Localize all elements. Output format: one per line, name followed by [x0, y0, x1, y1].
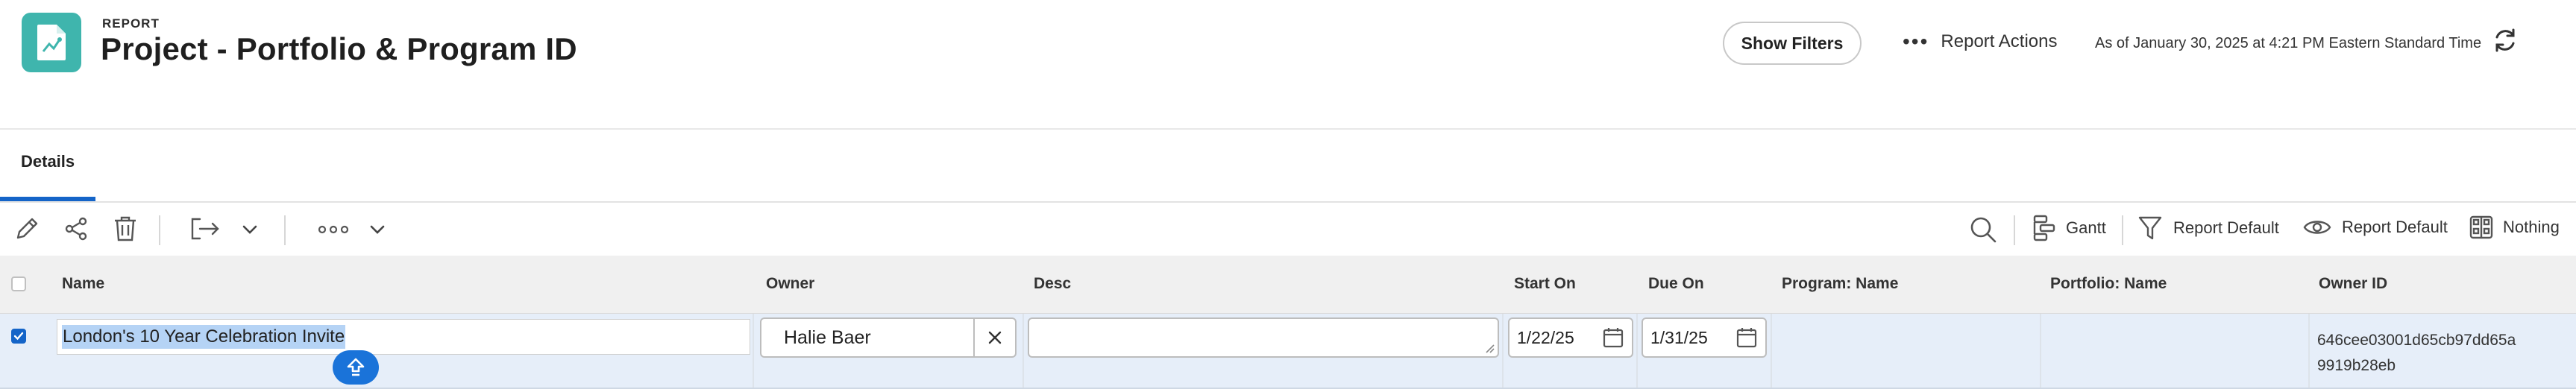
column-header-portfolio-name[interactable]: Portfolio: Name — [2050, 275, 2167, 293]
upload-arrow-icon — [347, 358, 365, 376]
show-filters-button[interactable]: Show Filters — [1723, 22, 1862, 65]
more-options-icon[interactable] — [315, 220, 351, 239]
clear-owner-button[interactable] — [975, 317, 1017, 358]
toolbar-separator — [159, 215, 160, 245]
refresh-icon[interactable] — [2490, 25, 2520, 55]
chevron-down-icon[interactable] — [240, 220, 260, 239]
column-divider — [1022, 314, 1024, 388]
due-on-value: 1/31/25 — [1650, 327, 1708, 347]
start-on-field[interactable]: 1/22/25 — [1508, 317, 1633, 358]
owner-id-line: 646cee03001d65cb97dd65a — [2317, 332, 2516, 349]
column-header-desc[interactable]: Desc — [1034, 275, 1071, 293]
toolbar-separator — [284, 215, 286, 245]
column-divider — [1502, 314, 1504, 388]
filter-button[interactable]: Nothing — [2469, 215, 2560, 240]
gantt-label: Gantt — [2066, 218, 2106, 237]
grouping-button[interactable]: Report Default — [2137, 215, 2279, 241]
delete-icon[interactable] — [110, 214, 140, 244]
name-selected-text: London's 10 Year Celebration Invite — [62, 325, 346, 349]
tabs-divider — [0, 201, 2576, 203]
layout-grid-icon — [2469, 215, 2493, 239]
start-on-value: 1/22/25 — [1517, 327, 1574, 347]
view-button[interactable]: Report Default — [2303, 216, 2448, 238]
owner-id-line: 9919b28eb — [2317, 357, 2396, 374]
funnel-icon — [2138, 216, 2162, 240]
filter-label: Nothing — [2503, 218, 2560, 236]
column-header-name[interactable]: Name — [62, 275, 104, 293]
close-icon — [988, 331, 1002, 344]
toolbar-separator — [2014, 215, 2015, 245]
resize-handle-icon[interactable] — [1484, 343, 1495, 353]
column-divider — [1636, 314, 1638, 388]
report-icon — [22, 13, 81, 72]
more-dots-icon: ••• — [1903, 30, 1929, 53]
search-icon[interactable] — [1967, 214, 1999, 245]
move-to-icon[interactable] — [189, 214, 222, 244]
column-header-start-on[interactable]: Start On — [1514, 275, 1576, 293]
column-header-owner[interactable]: Owner — [766, 275, 814, 293]
grouping-label: Report Default — [2173, 218, 2279, 237]
toolbar-separator — [2122, 215, 2123, 245]
report-kicker: REPORT — [102, 16, 160, 31]
tab-details[interactable]: Details — [21, 152, 75, 171]
owner-id-cell: 646cee03001d65cb97dd65a 9919b28eb — [2317, 328, 2563, 379]
table-header — [0, 256, 2576, 314]
chevron-down-icon[interactable] — [368, 220, 387, 239]
column-header-due-on[interactable]: Due On — [1648, 275, 1704, 293]
select-all-checkbox[interactable] — [11, 276, 26, 291]
header-divider — [0, 128, 2576, 130]
column-divider — [2308, 314, 2310, 388]
edit-icon[interactable] — [12, 214, 42, 244]
calendar-icon[interactable] — [1602, 326, 1624, 349]
owner-field[interactable]: Halie Baer — [760, 317, 975, 358]
calendar-icon[interactable] — [1735, 326, 1758, 349]
page-title: Project - Portfolio & Program ID — [101, 31, 577, 66]
row-checkbox[interactable] — [11, 329, 26, 344]
column-divider — [2040, 314, 2041, 388]
desc-field[interactable] — [1028, 317, 1499, 358]
view-label: Report Default — [2342, 218, 2448, 236]
column-header-program-name[interactable]: Program: Name — [1782, 275, 1898, 293]
report-actions-button[interactable]: ••• Report Actions — [1903, 30, 2058, 54]
column-divider — [753, 314, 754, 388]
report-actions-label: Report Actions — [1941, 31, 2058, 51]
column-header-owner-id[interactable]: Owner ID — [2319, 275, 2387, 293]
name-edit-input[interactable]: London's 10 Year Celebration Invite — [57, 319, 750, 355]
as-of-timestamp: As of January 30, 2025 at 4:21 PM Easter… — [2095, 35, 2482, 51]
save-up-button[interactable] — [333, 350, 379, 385]
due-on-field[interactable]: 1/31/25 — [1642, 317, 1767, 358]
eye-icon — [2303, 221, 2331, 234]
gantt-button[interactable]: Gantt — [2032, 213, 2106, 243]
column-divider — [1771, 314, 1772, 388]
share-icon[interactable] — [61, 214, 91, 244]
gantt-icon — [2033, 215, 2055, 241]
